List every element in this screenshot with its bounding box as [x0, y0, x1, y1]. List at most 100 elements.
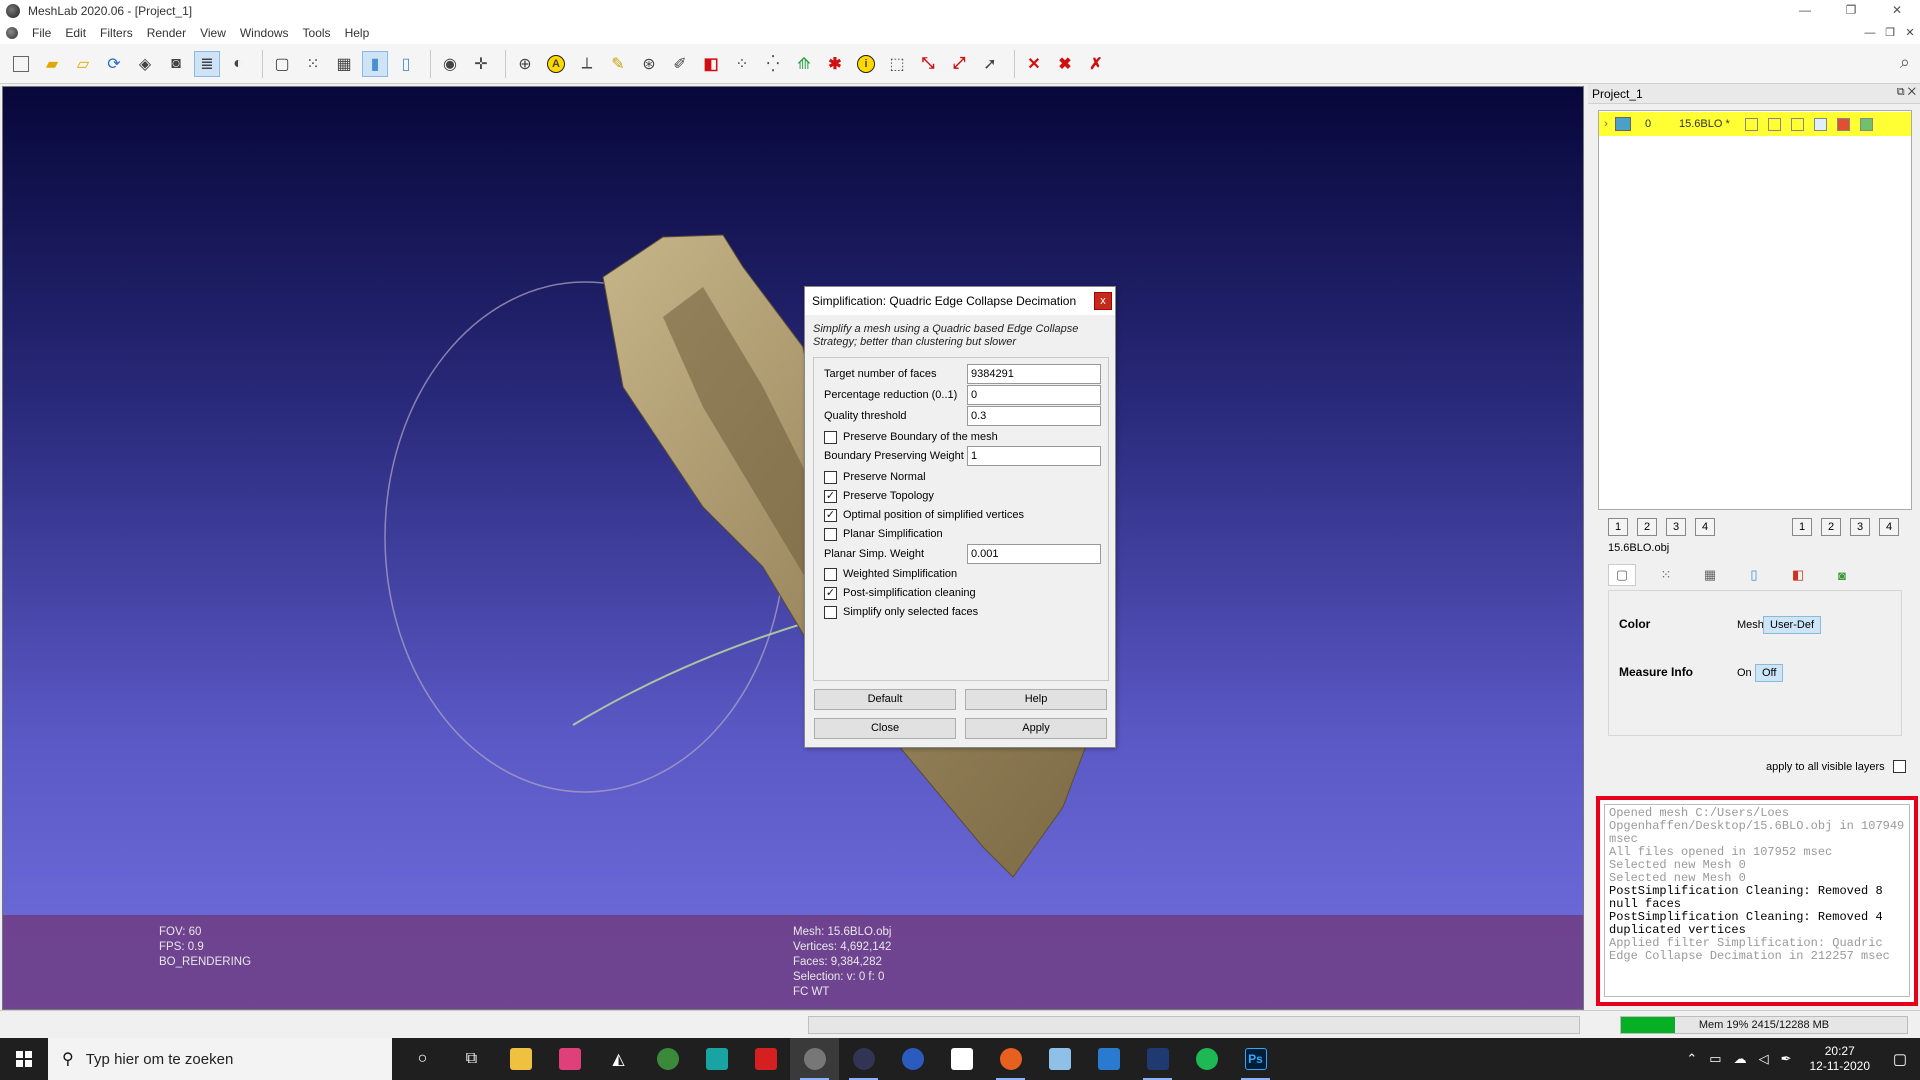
blender-icon[interactable]: [888, 1038, 937, 1080]
delete-vertices-icon[interactable]: ✖: [1052, 51, 1078, 77]
chrome-icon[interactable]: [643, 1038, 692, 1080]
layer-fill-icon[interactable]: [1814, 117, 1827, 131]
meshlab-taskbar-icon[interactable]: [790, 1038, 839, 1080]
minimize-button[interactable]: —: [1782, 0, 1828, 22]
quality-input[interactable]: [967, 406, 1101, 426]
view-button-3[interactable]: 3: [1850, 518, 1870, 536]
sketchup-icon[interactable]: [1035, 1038, 1084, 1080]
brush-icon[interactable]: ✐: [667, 51, 693, 77]
axis-icon[interactable]: ✛: [468, 51, 494, 77]
media-player-icon[interactable]: [937, 1038, 986, 1080]
points-icon[interactable]: ⁙: [300, 51, 326, 77]
pen-icon[interactable]: ✒: [1781, 1051, 1792, 1067]
layer-bbox-icon[interactable]: [1745, 117, 1758, 131]
view-button-3[interactable]: 3: [1666, 518, 1686, 536]
acrobat-icon[interactable]: [741, 1038, 790, 1080]
view-button-2[interactable]: 2: [1637, 518, 1657, 536]
planar-simplification-checkbox[interactable]: [824, 527, 837, 541]
measure-off-button[interactable]: Off: [1755, 664, 1784, 682]
select-connected-icon[interactable]: ⁛: [760, 51, 786, 77]
texture-tab-icon[interactable]: ◙: [1828, 564, 1856, 586]
preserve-normal-checkbox[interactable]: [824, 470, 837, 484]
close-button[interactable]: Close: [814, 718, 956, 739]
percentage-input[interactable]: [967, 385, 1101, 405]
select-z-icon[interactable]: ⤡: [915, 51, 941, 77]
log-text[interactable]: Opened mesh C:/Users/Loes Opgenhaffen/De…: [1604, 804, 1910, 997]
onedrive-icon[interactable]: ☁: [1734, 1051, 1747, 1067]
points-tab-icon[interactable]: ⁙: [1652, 564, 1680, 586]
delete-selection-icon[interactable]: ✗: [1083, 51, 1109, 77]
restore-button[interactable]: ❐: [1828, 0, 1874, 22]
open-project-icon[interactable]: ▰: [39, 51, 65, 77]
weighted-simplification-row[interactable]: Weighted Simplification: [824, 565, 957, 583]
view-button-1[interactable]: 1: [1608, 518, 1628, 536]
spotify-icon[interactable]: [1182, 1038, 1231, 1080]
info-icon[interactable]: i: [853, 51, 879, 77]
default-button[interactable]: Default: [814, 689, 956, 710]
apply-button[interactable]: Apply: [965, 718, 1107, 739]
menu-filters[interactable]: Filters: [100, 26, 133, 40]
apply-all-checkbox[interactable]: [1892, 760, 1906, 773]
color-mesh-option[interactable]: Mesh: [1737, 619, 1764, 631]
maya-icon[interactable]: [692, 1038, 741, 1080]
select-point-icon[interactable]: ⤢: [946, 51, 972, 77]
layers-icon[interactable]: ≣: [194, 50, 220, 77]
georef-icon[interactable]: ✱: [822, 51, 848, 77]
import-mesh-icon[interactable]: ▱: [70, 51, 96, 77]
dialog-close-icon[interactable]: x: [1094, 292, 1112, 310]
select-faces-icon[interactable]: ◧: [698, 51, 724, 77]
measure-icon[interactable]: ⟂: [574, 51, 600, 77]
export-mesh-icon[interactable]: ◈: [132, 51, 158, 77]
menu-view[interactable]: View: [200, 26, 226, 40]
menu-windows[interactable]: Windows: [240, 26, 289, 40]
measure-on-option[interactable]: On: [1737, 667, 1752, 679]
optimal-position-checkbox[interactable]: ✓: [824, 508, 837, 522]
cursor-icon[interactable]: ➚: [977, 51, 1003, 77]
planar-weight-input[interactable]: [967, 544, 1101, 564]
help-button[interactable]: Help: [965, 689, 1107, 710]
user-def-button[interactable]: User-Def: [1763, 616, 1822, 634]
fill-tab-icon[interactable]: ▯: [1740, 564, 1768, 586]
menu-tools[interactable]: Tools: [303, 26, 331, 40]
only-selected-checkbox[interactable]: [824, 605, 837, 619]
raster-icon[interactable]: ◐: [225, 51, 251, 77]
preserve-normal-row[interactable]: Preserve Normal: [824, 468, 926, 486]
preserve-topology-checkbox[interactable]: ✓: [824, 489, 837, 503]
layer-wire-icon[interactable]: [1791, 117, 1804, 131]
mail-icon[interactable]: [1084, 1038, 1133, 1080]
bbox-tab-icon[interactable]: ▢: [1608, 564, 1636, 586]
wire-tab-icon[interactable]: ▦: [1696, 564, 1724, 586]
planar-simplification-row[interactable]: Planar Simplification: [824, 525, 943, 543]
delete-faces-icon[interactable]: ✕: [1021, 51, 1047, 77]
layer-row[interactable]: › 0 15.6BLO *: [1599, 112, 1911, 136]
3d-viewport[interactable]: FOV: 60 FPS: 0.9 BO_RENDERING Mesh: 15.6…: [2, 86, 1584, 1010]
snapshot-icon[interactable]: ◙: [163, 51, 189, 77]
clock[interactable]: 20:27 12-11-2020: [1810, 1044, 1871, 1074]
view-button-1[interactable]: 1: [1792, 518, 1812, 536]
wireframe-icon[interactable]: ▦: [331, 51, 357, 77]
panel-float-close-icon[interactable]: ⧉ ✕: [1897, 86, 1916, 99]
select-vertices-icon[interactable]: ⁘: [729, 51, 755, 77]
annotation-icon[interactable]: A: [543, 51, 569, 77]
layer-color-icon[interactable]: [1837, 117, 1850, 131]
apply-all-row[interactable]: apply to all visible layers: [1766, 760, 1906, 773]
layer-texture-icon[interactable]: [1860, 117, 1873, 131]
mdi-restore-button[interactable]: ❐: [1880, 22, 1900, 44]
document-icon[interactable]: [6, 27, 18, 39]
network-icon[interactable]: ▭: [1709, 1051, 1721, 1067]
smooth-icon[interactable]: ▯: [393, 51, 419, 77]
paint-icon[interactable]: ✎: [605, 51, 631, 77]
reload-icon[interactable]: ⟳: [101, 51, 127, 77]
mdi-close-button[interactable]: ✕: [1900, 22, 1920, 44]
quality-icon[interactable]: ⊛: [636, 51, 662, 77]
volume-icon[interactable]: ◁: [1759, 1051, 1769, 1067]
chevron-up-icon[interactable]: ⌃: [1686, 1051, 1697, 1067]
boundary-weight-input[interactable]: [967, 446, 1101, 466]
start-button[interactable]: [0, 1038, 48, 1080]
dialog-title-bar[interactable]: Simplification: Quadric Edge Collapse De…: [805, 287, 1115, 315]
photoshop-icon[interactable]: Ps: [1231, 1038, 1280, 1080]
expand-arrow-icon[interactable]: ›: [1601, 118, 1611, 130]
unity-icon[interactable]: ◭: [594, 1038, 643, 1080]
color-tab-icon[interactable]: ◧: [1784, 564, 1812, 586]
task-view-icon[interactable]: ⧉: [447, 1038, 496, 1080]
